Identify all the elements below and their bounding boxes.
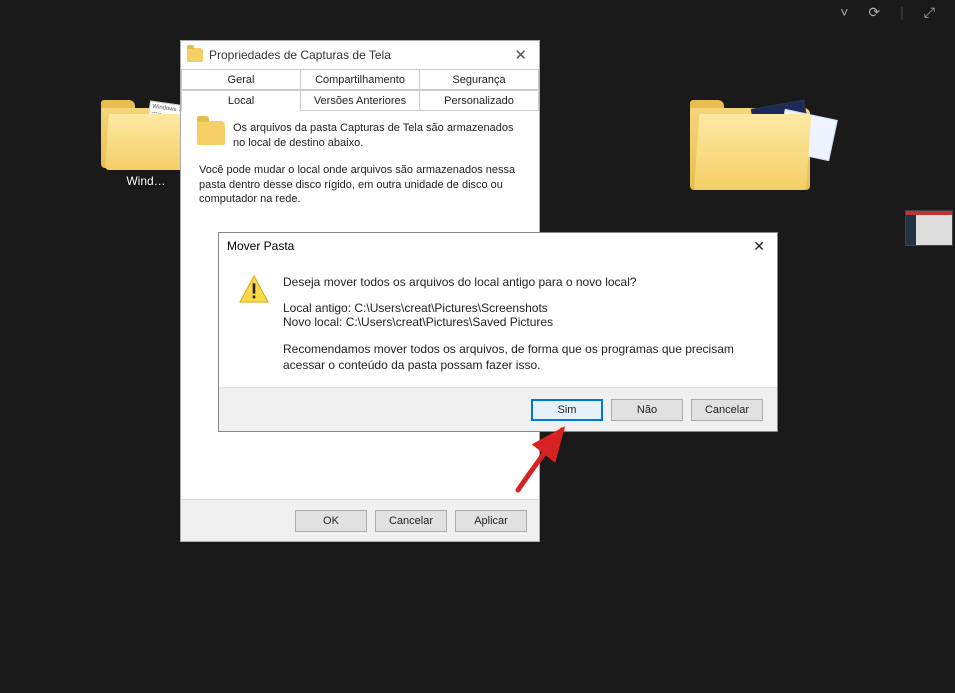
close-icon[interactable]: ✕ xyxy=(508,46,533,64)
cancel-button[interactable]: Cancelar xyxy=(691,399,763,421)
properties-body: Os arquivos da pasta Capturas de Tela sã… xyxy=(181,111,539,217)
tab-personalizado[interactable]: Personalizado xyxy=(420,90,539,110)
move-dialog-old-path: Local antigo: C:\Users\creat\Pictures\Sc… xyxy=(283,301,757,315)
refresh-icon[interactable]: ⟳ xyxy=(868,4,880,21)
folder-icon xyxy=(197,121,225,145)
move-dialog-footer: Sim Não Cancelar xyxy=(219,387,777,431)
warning-icon xyxy=(239,275,269,303)
cancel-button[interactable]: Cancelar xyxy=(375,510,447,532)
ok-button[interactable]: OK xyxy=(295,510,367,532)
move-dialog-new-path: Novo local: C:\Users\creat\Pictures\Save… xyxy=(283,315,757,329)
folder-icon: ———————— xyxy=(690,100,810,190)
move-dialog-titlebar[interactable]: Mover Pasta ✕ xyxy=(219,233,777,259)
folder-icon: Windows 7--------------- xyxy=(101,100,191,168)
desktop-folder-right[interactable]: ———————— xyxy=(660,100,840,190)
tab-compartilhamento[interactable]: Compartilhamento xyxy=(301,69,420,89)
move-dialog-recommend: Recomendamos mover todos os arquivos, de… xyxy=(283,341,757,373)
move-dialog-question: Deseja mover todos os arquivos do local … xyxy=(283,275,757,289)
move-folder-dialog: Mover Pasta ✕ Deseja mover todos os arqu… xyxy=(218,232,778,432)
properties-title-text: Propriedades de Capturas de Tela xyxy=(209,48,391,62)
yes-button[interactable]: Sim xyxy=(531,399,603,421)
no-button[interactable]: Não xyxy=(611,399,683,421)
properties-summary: Os arquivos da pasta Capturas de Tela sã… xyxy=(233,121,523,151)
tab-seguranca[interactable]: Segurança xyxy=(420,69,539,89)
properties-titlebar[interactable]: Propriedades de Capturas de Tela ✕ xyxy=(181,41,539,69)
tab-versoes[interactable]: Versões Anteriores xyxy=(301,90,420,110)
expand-icon[interactable]: ⤢ xyxy=(924,4,935,21)
chevron-down-icon[interactable]: ˅ xyxy=(840,4,848,20)
tab-local[interactable]: Local xyxy=(181,90,301,110)
desktop-folder-left-label: Wind… xyxy=(126,174,165,188)
photos-topbar: ˅ ⟳ | ⤢ xyxy=(820,0,955,24)
tab-row-2: Local Versões Anteriores Personalizado xyxy=(181,90,539,111)
move-dialog-title: Mover Pasta xyxy=(227,239,294,253)
properties-explain: Você pode mudar o local onde arquivos sã… xyxy=(199,163,523,208)
tab-row-1: Geral Compartilhamento Segurança xyxy=(181,69,539,90)
apply-button[interactable]: Aplicar xyxy=(455,510,527,532)
tab-geral[interactable]: Geral xyxy=(181,69,301,89)
thumbnail-side[interactable] xyxy=(905,210,953,246)
folder-icon xyxy=(187,48,203,62)
close-icon[interactable]: ✕ xyxy=(749,238,769,255)
properties-footer: OK Cancelar Aplicar xyxy=(181,499,539,541)
